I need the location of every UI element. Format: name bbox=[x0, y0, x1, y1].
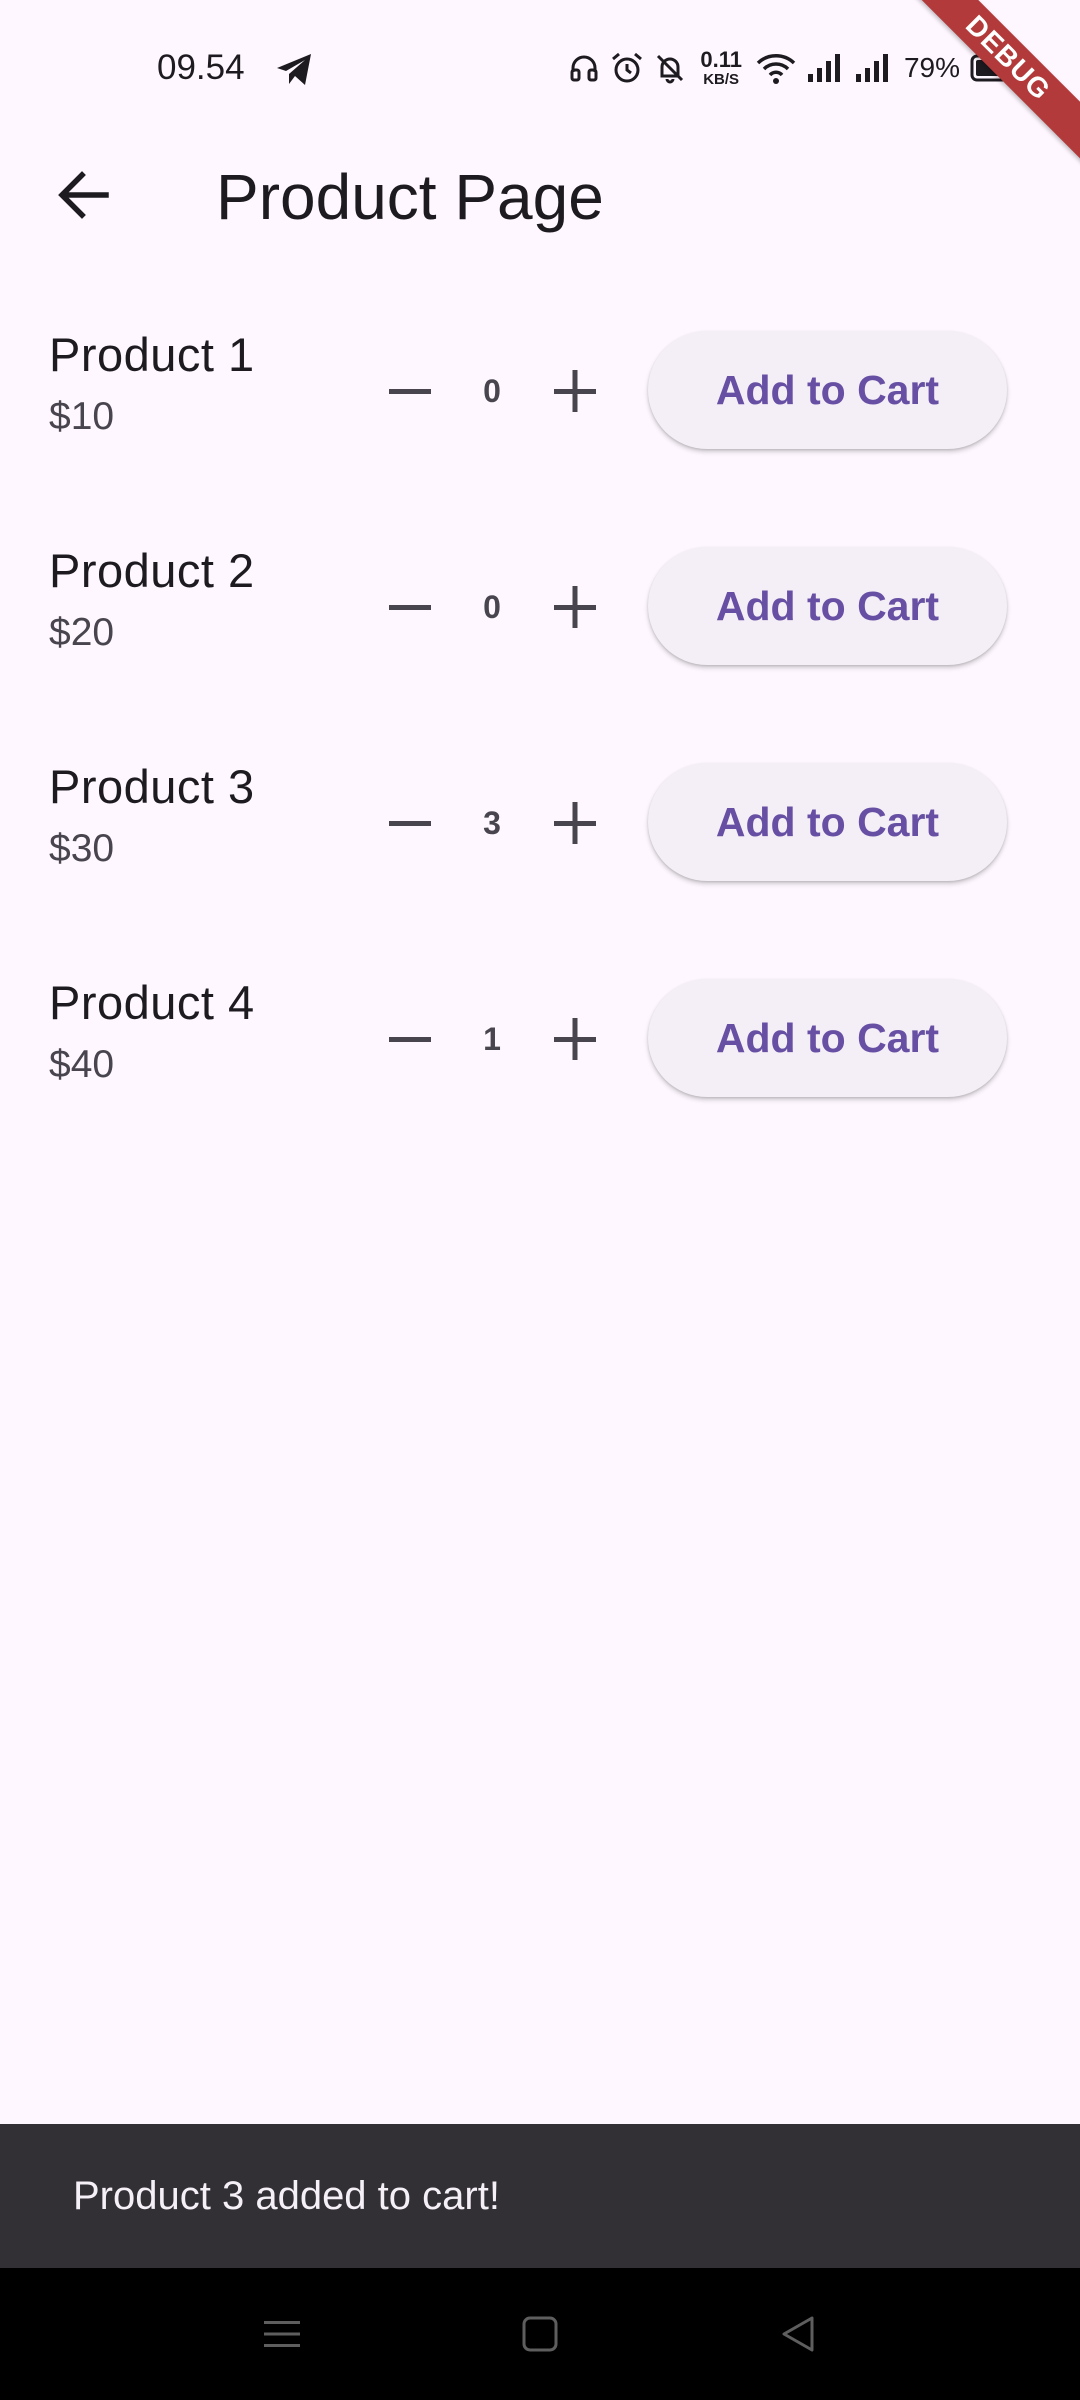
page-title: Product Page bbox=[216, 161, 604, 233]
product-row: Product 2 $20 0 Add to Cart bbox=[0, 499, 1080, 715]
product-price: $20 bbox=[49, 611, 115, 654]
system-nav-bar bbox=[0, 2268, 1080, 2400]
decrease-quantity-button[interactable] bbox=[362, 991, 458, 1087]
decrease-quantity-button[interactable] bbox=[362, 343, 458, 439]
plus-icon bbox=[554, 586, 596, 628]
product-row: Product 4 $40 1 Add to Cart bbox=[0, 931, 1080, 1147]
quantity-value: 0 bbox=[483, 589, 501, 625]
plus-icon bbox=[554, 1018, 596, 1060]
increase-quantity-button[interactable] bbox=[527, 775, 623, 871]
battery-percent: 79% bbox=[903, 52, 960, 83]
home-icon bbox=[522, 2316, 558, 2352]
product-row: Product 1 $10 0 Add to Cart bbox=[0, 283, 1080, 499]
wifi-icon bbox=[756, 51, 796, 85]
product-info: Product 3 $30 bbox=[49, 759, 255, 873]
product-price: $30 bbox=[49, 827, 115, 870]
status-icons: 0.11 KB/S 79% bbox=[568, 46, 1028, 90]
net-speed: 0.11 KB/S bbox=[700, 47, 742, 88]
product-info: Product 4 $40 bbox=[49, 975, 255, 1089]
minus-icon bbox=[389, 389, 431, 394]
product-list: Product 1 $10 0 Add to Cart Product 2 $2… bbox=[0, 283, 1080, 1147]
product-price: $40 bbox=[49, 1043, 115, 1086]
minus-icon bbox=[389, 821, 431, 826]
bell-off-icon bbox=[654, 52, 686, 84]
add-to-cart-button[interactable]: Add to Cart bbox=[648, 331, 1007, 449]
telegram-icon bbox=[275, 52, 315, 88]
product-price: $10 bbox=[49, 395, 115, 438]
minus-icon bbox=[389, 605, 431, 610]
snackbar-message: Product 3 added to cart! bbox=[73, 2174, 500, 2218]
product-info: Product 2 $20 bbox=[49, 543, 255, 657]
quantity-value: 1 bbox=[483, 1021, 501, 1057]
net-speed-unit: KB/S bbox=[703, 71, 740, 88]
product-name: Product 2 bbox=[49, 544, 255, 597]
add-to-cart-button[interactable]: Add to Cart bbox=[648, 763, 1007, 881]
signal-icon bbox=[806, 52, 844, 84]
home-button[interactable] bbox=[508, 2302, 572, 2366]
product-name: Product 3 bbox=[49, 760, 255, 813]
arrow-left-icon bbox=[56, 169, 112, 226]
decrease-quantity-button[interactable] bbox=[362, 559, 458, 655]
quantity-value: 3 bbox=[483, 805, 501, 841]
net-speed-value: 0.11 bbox=[700, 47, 742, 72]
status-bar: 09.54 0.11 KB/S 79% DEBUG bbox=[0, 0, 1080, 165]
menu-icon bbox=[264, 2321, 300, 2347]
alarm-icon bbox=[610, 51, 644, 85]
snackbar: Product 3 added to cart! bbox=[0, 2124, 1080, 2268]
plus-icon bbox=[554, 802, 596, 844]
product-name: Product 1 bbox=[49, 328, 255, 381]
increase-quantity-button[interactable] bbox=[527, 559, 623, 655]
app-bar: Product Page bbox=[0, 130, 1080, 264]
recent-apps-button[interactable] bbox=[250, 2302, 314, 2366]
minus-icon bbox=[389, 1037, 431, 1042]
back-triangle-icon bbox=[782, 2316, 814, 2352]
system-back-button[interactable] bbox=[766, 2302, 830, 2366]
decrease-quantity-button[interactable] bbox=[362, 775, 458, 871]
product-name: Product 4 bbox=[49, 976, 255, 1029]
increase-quantity-button[interactable] bbox=[527, 991, 623, 1087]
status-time: 09.54 bbox=[157, 48, 245, 87]
signal-icon bbox=[854, 52, 892, 84]
add-to-cart-button[interactable]: Add to Cart bbox=[648, 979, 1007, 1097]
increase-quantity-button[interactable] bbox=[527, 343, 623, 439]
back-button[interactable] bbox=[36, 157, 132, 237]
product-info: Product 1 $10 bbox=[49, 327, 255, 441]
quantity-value: 0 bbox=[483, 373, 501, 409]
headphones-icon bbox=[568, 52, 600, 84]
product-row: Product 3 $30 3 Add to Cart bbox=[0, 715, 1080, 931]
plus-icon bbox=[554, 370, 596, 412]
add-to-cart-button[interactable]: Add to Cart bbox=[648, 547, 1007, 665]
